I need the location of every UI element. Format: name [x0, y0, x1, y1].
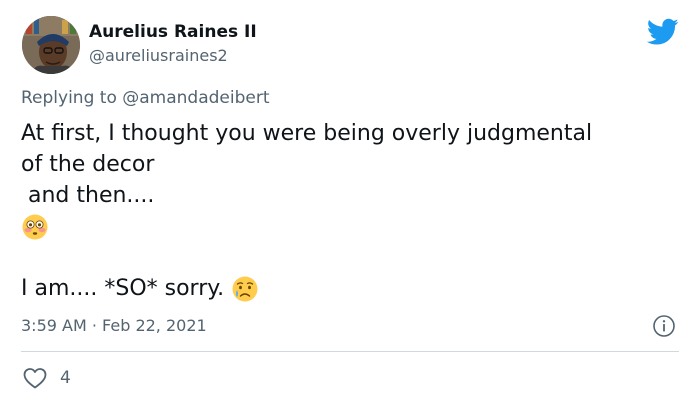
tweet-line-4-text: I am.... *SO* sorry.	[21, 276, 225, 301]
replying-to: Replying to @amandadeibert	[21, 88, 270, 108]
author-handle[interactable]: @aureliusraines2	[89, 46, 228, 65]
reply-mention-link[interactable]: @amandadeibert	[122, 88, 269, 108]
tweet-line-emoji	[21, 211, 671, 242]
twitter-bird-icon[interactable]	[646, 18, 679, 46]
flushed-face-emoji	[21, 213, 49, 241]
heart-icon[interactable]	[22, 366, 48, 390]
tweet-line-2: of the decor	[21, 152, 155, 177]
tweet-text: At first, I thought you were being overl…	[21, 118, 671, 304]
like-count: 4	[60, 368, 71, 388]
tweet-line-1: At first, I thought you were being overl…	[21, 121, 593, 146]
replying-prefix: Replying to	[21, 88, 123, 108]
avatar[interactable]	[22, 16, 80, 74]
divider	[21, 351, 679, 352]
tweet-card: Aurelius Raines II @aureliusraines2 Repl…	[0, 0, 700, 405]
author-display-name[interactable]: Aurelius Raines II	[89, 22, 257, 42]
sad-relieved-face-emoji	[231, 275, 259, 303]
tweet-line-3: and then....	[21, 183, 155, 208]
tweet-timestamp[interactable]: 3:59 AM · Feb 22, 2021	[21, 316, 207, 335]
tweet-line-4: I am.... *SO* sorry.	[21, 273, 671, 304]
info-icon[interactable]	[652, 314, 676, 338]
